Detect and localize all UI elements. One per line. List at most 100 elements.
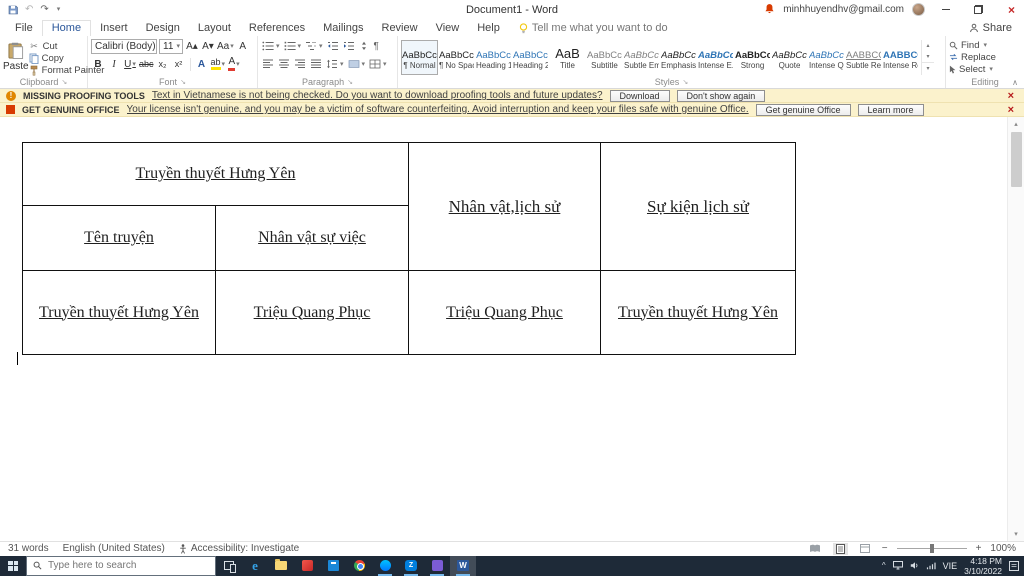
numbering-button[interactable]: ▾ xyxy=(283,39,303,54)
italic-button[interactable]: I xyxy=(107,57,121,72)
zalo-button[interactable]: Z xyxy=(398,556,424,576)
style-subtle-emphasis[interactable]: AaBbCcDSubtle Em... xyxy=(623,40,660,75)
show-hide-marks-button[interactable]: ¶ xyxy=(373,39,380,54)
restore-button[interactable] xyxy=(966,0,991,19)
tab-view[interactable]: View xyxy=(427,21,469,36)
styles-dialog-launcher[interactable]: ↘ xyxy=(682,78,688,86)
clear-formatting-button[interactable]: A xyxy=(236,39,250,54)
style-intense-quote[interactable]: AaBbCcDIntense Q... xyxy=(808,40,845,75)
proofing-message-link[interactable]: Text in Vietnamese is not being checked.… xyxy=(152,90,603,101)
chrome-button[interactable] xyxy=(346,556,372,576)
accessibility-status[interactable]: Accessibility: Investigate xyxy=(179,543,299,554)
close-genuine-bar-icon[interactable]: × xyxy=(1004,104,1018,116)
web-layout-button[interactable] xyxy=(857,543,873,554)
download-button[interactable]: Download xyxy=(609,89,670,102)
multilevel-list-button[interactable]: ▾ xyxy=(304,39,324,54)
style-intense-reference[interactable]: AABBCCDIntense Re... xyxy=(882,40,919,75)
zoom-slider[interactable] xyxy=(896,544,967,554)
replace-button[interactable]: Replace xyxy=(949,51,996,63)
find-button[interactable]: Find ▾ xyxy=(949,39,996,51)
display-tray-icon[interactable] xyxy=(892,561,903,570)
read-mode-button[interactable] xyxy=(806,543,824,554)
strikethrough-button[interactable]: abc xyxy=(139,57,154,72)
increase-indent-button[interactable] xyxy=(342,39,356,54)
font-color-button[interactable]: A ▾ xyxy=(227,57,241,72)
bold-button[interactable]: B xyxy=(91,57,105,72)
style-heading-2[interactable]: AaBbCcEHeading 2 xyxy=(512,40,549,75)
document-table[interactable]: Truyền thuyết Hưng Yên Nhân vật,lịch sử … xyxy=(22,142,796,355)
tab-insert[interactable]: Insert xyxy=(91,21,137,36)
gallery-more-icon[interactable]: ▾ xyxy=(922,62,934,74)
tab-help[interactable]: Help xyxy=(468,21,509,36)
network-tray-icon[interactable] xyxy=(926,561,936,570)
subscript-button[interactable]: x₂ xyxy=(156,57,170,72)
select-button[interactable]: Select ▾ xyxy=(949,63,996,75)
edge-taskbar-button[interactable]: e xyxy=(242,556,268,576)
undo-button[interactable]: ↶ xyxy=(25,4,33,15)
sort-button[interactable] xyxy=(358,39,371,54)
scroll-up-icon[interactable]: ▴ xyxy=(1008,117,1024,131)
collapse-ribbon-icon[interactable]: ∧ xyxy=(1012,78,1018,87)
genuine-message-link[interactable]: Your license isn't genuine, and you may … xyxy=(127,104,749,115)
share-button[interactable]: Share xyxy=(957,22,1024,36)
action-center-button[interactable] xyxy=(1009,560,1019,571)
account-email[interactable]: minhhuyendhv@gmail.com xyxy=(783,4,904,15)
align-right-button[interactable] xyxy=(293,57,307,72)
change-case-button[interactable]: Aa ▾ xyxy=(217,39,234,54)
style-quote[interactable]: AaBbCcDQuote xyxy=(771,40,808,75)
shading-button[interactable]: ▾ xyxy=(347,57,367,72)
borders-button[interactable]: ▾ xyxy=(368,57,388,72)
grow-font-button[interactable]: A▴ xyxy=(185,39,199,54)
close-proofing-bar-icon[interactable]: × xyxy=(1004,90,1018,102)
start-button[interactable] xyxy=(0,556,26,576)
cell-row-story[interactable]: Truyền thuyết Hưng Yên xyxy=(22,270,216,355)
customize-qat-button[interactable]: ▾ xyxy=(56,6,61,13)
zoom-slider-thumb[interactable] xyxy=(929,544,934,554)
clipboard-dialog-launcher[interactable]: ↘ xyxy=(61,78,67,86)
taskbar-app-red-button[interactable] xyxy=(294,556,320,576)
style-emphasis[interactable]: AaBbCcDEmphasis xyxy=(660,40,697,75)
minimize-button[interactable] xyxy=(933,0,958,19)
tab-review[interactable]: Review xyxy=(373,21,427,36)
paragraph-dialog-launcher[interactable]: ↘ xyxy=(347,78,353,86)
cell-table-title[interactable]: Truyền thuyết Hưng Yên xyxy=(22,142,409,206)
taskbar-app-purple-button[interactable] xyxy=(424,556,450,576)
scroll-down-icon[interactable]: ▾ xyxy=(1008,527,1024,541)
bullets-button[interactable]: ▾ xyxy=(261,39,281,54)
superscript-button[interactable]: x² xyxy=(172,57,186,72)
font-size-combo[interactable]: 11 ▾ xyxy=(159,38,183,54)
tab-layout[interactable]: Layout xyxy=(189,21,240,36)
gallery-up-icon[interactable]: ▴ xyxy=(922,40,934,51)
style-intense-emphasis[interactable]: AaBbCcDIntense E... xyxy=(697,40,734,75)
text-effects-button[interactable]: A xyxy=(195,57,209,72)
language-status[interactable]: English (United States) xyxy=(63,543,165,554)
learn-more-button[interactable]: Learn more xyxy=(857,103,924,116)
style-subtle-reference[interactable]: AABBCCDSubtle Ref... xyxy=(845,40,882,75)
highlight-color-button[interactable]: ab ▾ xyxy=(210,57,225,72)
underline-button[interactable]: U ▾ xyxy=(123,57,137,72)
vertical-scrollbar[interactable]: ▴ ▾ xyxy=(1007,117,1024,541)
line-spacing-button[interactable]: ▾ xyxy=(325,57,345,72)
style-no-spacing[interactable]: AaBbCcDc¶ No Spac... xyxy=(438,40,475,75)
tray-expand-icon[interactable]: ^ xyxy=(882,561,886,570)
decrease-indent-button[interactable] xyxy=(326,39,340,54)
avatar[interactable] xyxy=(912,3,925,16)
tab-file[interactable]: File xyxy=(6,21,42,36)
print-layout-button[interactable] xyxy=(832,542,848,555)
taskbar-search[interactable] xyxy=(26,555,216,576)
font-family-combo[interactable]: Calibri (Body)▾ xyxy=(91,38,157,54)
store-button[interactable] xyxy=(320,556,346,576)
style-strong[interactable]: AaBbCcDStrong xyxy=(734,40,771,75)
cell-character-event-header[interactable]: Nhân vật sự việc xyxy=(215,205,409,271)
cell-characters-header[interactable]: Nhân vật,lịch sử xyxy=(408,142,601,271)
cell-row-event[interactable]: Truyền thuyết Hưng Yên xyxy=(600,270,796,355)
messenger-button[interactable] xyxy=(372,556,398,576)
task-view-button[interactable] xyxy=(216,556,242,576)
get-genuine-office-button[interactable]: Get genuine Office xyxy=(755,103,851,116)
zoom-level[interactable]: 100% xyxy=(990,543,1016,554)
cell-story-name-header[interactable]: Tên truyện xyxy=(22,205,216,271)
dont-show-again-button[interactable]: Don't show again xyxy=(676,89,766,102)
notification-bell-icon[interactable] xyxy=(764,3,775,17)
align-left-button[interactable] xyxy=(261,57,275,72)
save-button[interactable] xyxy=(8,5,18,15)
